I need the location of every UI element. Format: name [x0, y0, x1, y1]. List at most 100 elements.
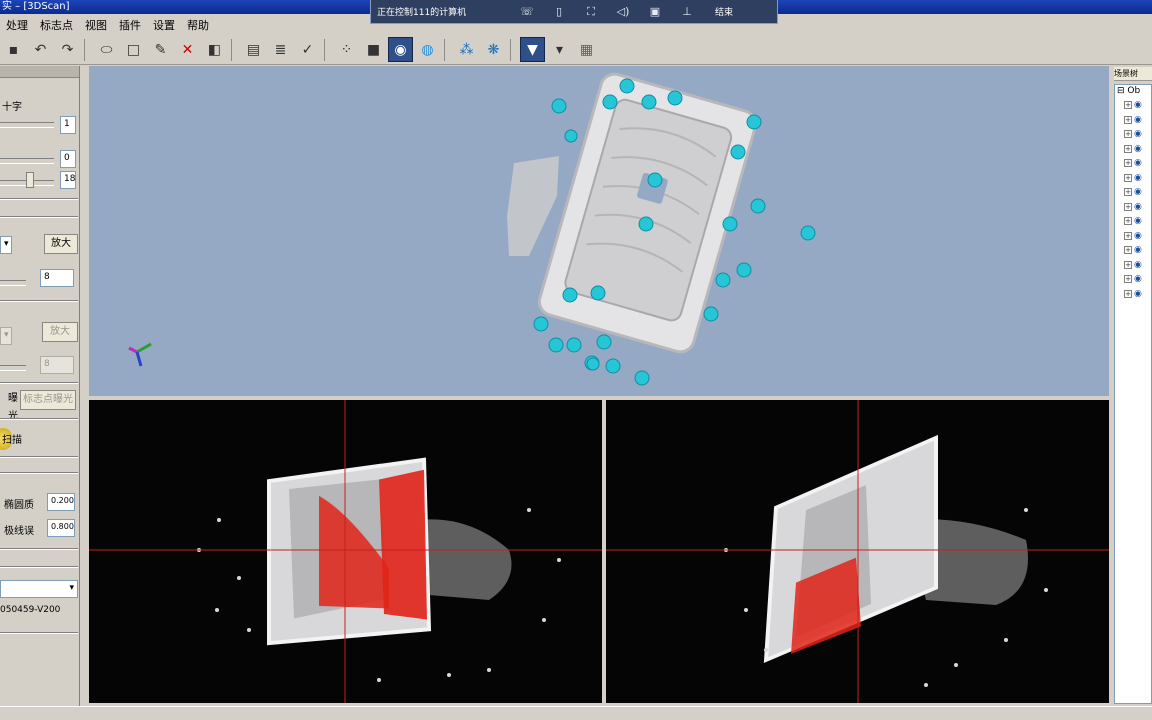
scanner-settings-icon[interactable]: ≣ — [268, 37, 293, 62]
grid-icon[interactable]: ▦ — [574, 37, 599, 62]
ellipse-quality-field[interactable]: 0.200 — [47, 493, 75, 511]
layers-icon[interactable]: ◧ — [202, 37, 227, 62]
expand-icon[interactable]: + — [1124, 260, 1132, 269]
visibility-eye-icon[interactable]: ◉ — [1134, 202, 1142, 212]
value-field-4[interactable]: 8 — [40, 269, 74, 287]
slider-1[interactable] — [0, 122, 54, 128]
globe-icon[interactable]: ◍ — [415, 37, 440, 62]
expand-icon[interactable]: + — [1124, 130, 1132, 139]
scene-tree[interactable]: ⊟ Ob + ◉ + ◉ + ◉ + ◉ + ◉ + ◉ + ◉ + ◉ + ◉ + ◉ + ◉ + ◉ + ◉ + ◉ — [1114, 84, 1152, 704]
3d-scene[interactable] — [89, 66, 1109, 396]
scene-tree-item[interactable]: + ◉ — [1115, 243, 1151, 258]
tab-exposure[interactable]: 曝光 — [0, 390, 18, 422]
value-field-3[interactable]: 181 — [60, 171, 76, 189]
redo-icon[interactable]: ↷ — [55, 37, 80, 62]
visibility-eye-icon[interactable]: ◉ — [1134, 144, 1142, 154]
menu-help[interactable]: 帮助 — [181, 17, 215, 33]
left-camera-view[interactable] — [89, 400, 602, 703]
menu-markers[interactable]: 标志点 — [34, 17, 79, 33]
scene-tree-item[interactable]: + ◉ — [1115, 127, 1151, 142]
expand-icon[interactable]: + — [1124, 202, 1132, 211]
visibility-eye-icon[interactable]: ◉ — [1134, 260, 1142, 270]
brush-icon[interactable]: ✎ — [148, 37, 173, 62]
dropdown-2[interactable]: ▾ — [0, 327, 12, 345]
expand-icon[interactable]: + — [1124, 289, 1132, 298]
status-bar — [0, 706, 1152, 720]
save-icon[interactable]: ▪ — [1, 37, 26, 62]
ellipse-select-icon[interactable]: ⬭ — [94, 37, 119, 62]
scene-tree-item[interactable]: + ◉ — [1115, 287, 1151, 302]
menu-settings[interactable]: 设置 — [147, 17, 181, 33]
scene-tree-item[interactable]: + ◉ — [1115, 171, 1151, 186]
visibility-eye-icon[interactable]: ◉ — [1134, 216, 1142, 226]
zoom-button[interactable]: 放大 — [44, 234, 78, 254]
visibility-eye-icon[interactable]: ◉ — [1134, 100, 1142, 110]
slider-2[interactable] — [0, 158, 54, 164]
camera-icon[interactable]: ▼ — [520, 37, 545, 62]
scan-label[interactable]: 扫描 — [2, 431, 22, 446]
visibility-eye-icon[interactable]: ◉ — [1134, 231, 1142, 241]
scene-tree-item[interactable]: + ◉ — [1115, 98, 1151, 113]
expand-icon[interactable]: + — [1124, 217, 1132, 226]
expand-icon[interactable]: + — [1124, 173, 1132, 182]
camera-alt-icon[interactable]: ▾ — [547, 37, 572, 62]
expand-icon[interactable]: + — [1124, 188, 1132, 197]
zoom-button-disabled[interactable]: 放大 — [42, 322, 78, 342]
red-projection-edge — [379, 469, 427, 620]
visibility-eye-icon[interactable]: ◉ — [1134, 289, 1142, 299]
scene-tree-item[interactable]: + ◉ — [1115, 185, 1151, 200]
undo-icon[interactable]: ↶ — [28, 37, 53, 62]
value-field-1[interactable]: 1 — [60, 116, 76, 134]
visibility-eye-icon[interactable]: ◉ — [1134, 245, 1142, 255]
delete-icon[interactable]: ✕ — [175, 37, 200, 62]
scene-tree-item[interactable]: + ◉ — [1115, 142, 1151, 157]
visibility-eye-icon[interactable]: ◉ — [1134, 158, 1142, 168]
value-field-5[interactable]: 8 — [40, 356, 74, 374]
panel-header — [0, 66, 79, 78]
scanner-app-window: 实 – [3DScan] 正在控制111的计算机 ☏ ▯ ⛶ ◁) ▣ ⊥ 结束… — [0, 0, 1152, 720]
scene-tree-item[interactable]: + ◉ — [1115, 272, 1151, 287]
menu-plugins[interactable]: 插件 — [113, 17, 147, 33]
right-camera-view[interactable] — [606, 400, 1109, 703]
expand-icon[interactable]: + — [1124, 159, 1132, 168]
tab-marker-exposure[interactable]: 标志点曝光 — [20, 390, 76, 410]
mesh-icon[interactable]: ❋ — [481, 37, 506, 62]
menu-process[interactable]: 处理 — [0, 17, 34, 33]
slider-4[interactable] — [0, 280, 26, 286]
visibility-eye-icon[interactable]: ◉ — [1134, 115, 1142, 125]
dropdown-1[interactable]: ▾ — [0, 236, 12, 254]
view-eye-icon[interactable]: ◉ — [388, 37, 413, 62]
expand-icon[interactable]: + — [1124, 246, 1132, 255]
expand-icon[interactable]: + — [1124, 275, 1132, 284]
scene-tree-item[interactable]: + ◉ — [1115, 113, 1151, 128]
square-icon[interactable]: ■ — [361, 37, 386, 62]
value-field-2[interactable]: 0 — [60, 150, 76, 168]
slider-3-thumb[interactable] — [26, 172, 34, 188]
expand-icon[interactable]: + — [1124, 115, 1132, 124]
polar-error-field[interactable]: 0.800 — [47, 519, 75, 537]
markers-icon[interactable]: ⁂ — [454, 37, 479, 62]
scene-tree-item[interactable]: + ◉ — [1115, 229, 1151, 244]
scene-tree-item[interactable]: + ◉ — [1115, 214, 1151, 229]
scanner-icon[interactable]: ▤ — [241, 37, 266, 62]
3d-viewport[interactable] — [89, 66, 1109, 396]
divider — [0, 418, 78, 420]
scene-tree-root[interactable]: ⊟ Ob — [1115, 85, 1151, 98]
visibility-eye-icon[interactable]: ◉ — [1134, 187, 1142, 197]
slider-5[interactable] — [0, 365, 26, 371]
rect-select-icon[interactable]: □ — [121, 37, 146, 62]
visibility-eye-icon[interactable]: ◉ — [1134, 129, 1142, 139]
device-dropdown[interactable]: ▾ — [0, 580, 78, 598]
expand-icon[interactable]: + — [1124, 231, 1132, 240]
points-icon[interactable]: ⁘ — [334, 37, 359, 62]
scene-tree-item[interactable]: + ◉ — [1115, 156, 1151, 171]
visibility-eye-icon[interactable]: ◉ — [1134, 173, 1142, 183]
visibility-eye-icon[interactable]: ◉ — [1134, 274, 1142, 284]
left-camera-image — [89, 400, 602, 703]
menu-view[interactable]: 视图 — [79, 17, 113, 33]
expand-icon[interactable]: + — [1124, 101, 1132, 110]
expand-icon[interactable]: + — [1124, 144, 1132, 153]
clean-icon[interactable]: ✓ — [295, 37, 320, 62]
scene-tree-item[interactable]: + ◉ — [1115, 258, 1151, 273]
scene-tree-item[interactable]: + ◉ — [1115, 200, 1151, 215]
